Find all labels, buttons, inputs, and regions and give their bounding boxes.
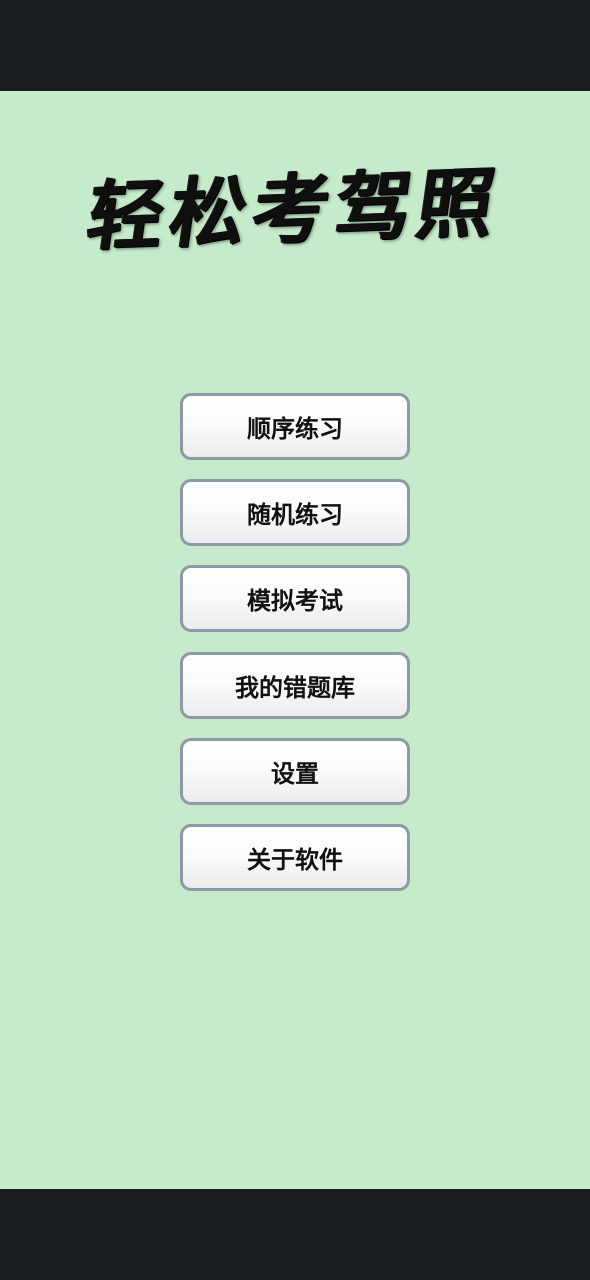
about-button[interactable]: 关于软件 — [180, 823, 410, 891]
status-bar — [0, 0, 590, 91]
app-title: 轻松考驾照 — [81, 157, 507, 261]
mock-exam-button[interactable]: 模拟考试 — [180, 565, 410, 633]
wrong-questions-button[interactable]: 我的错题库 — [180, 651, 410, 719]
app-logo: 轻松考驾照 — [60, 150, 530, 260]
sequential-practice-button[interactable]: 顺序练习 — [180, 393, 410, 460]
main-menu: 顺序练习 随机练习 模拟考试 我的错题库 设置 关于软件 — [180, 393, 410, 910]
navigation-bar — [0, 1189, 590, 1280]
settings-button[interactable]: 设置 — [180, 737, 410, 805]
random-practice-button[interactable]: 随机练习 — [180, 479, 410, 547]
